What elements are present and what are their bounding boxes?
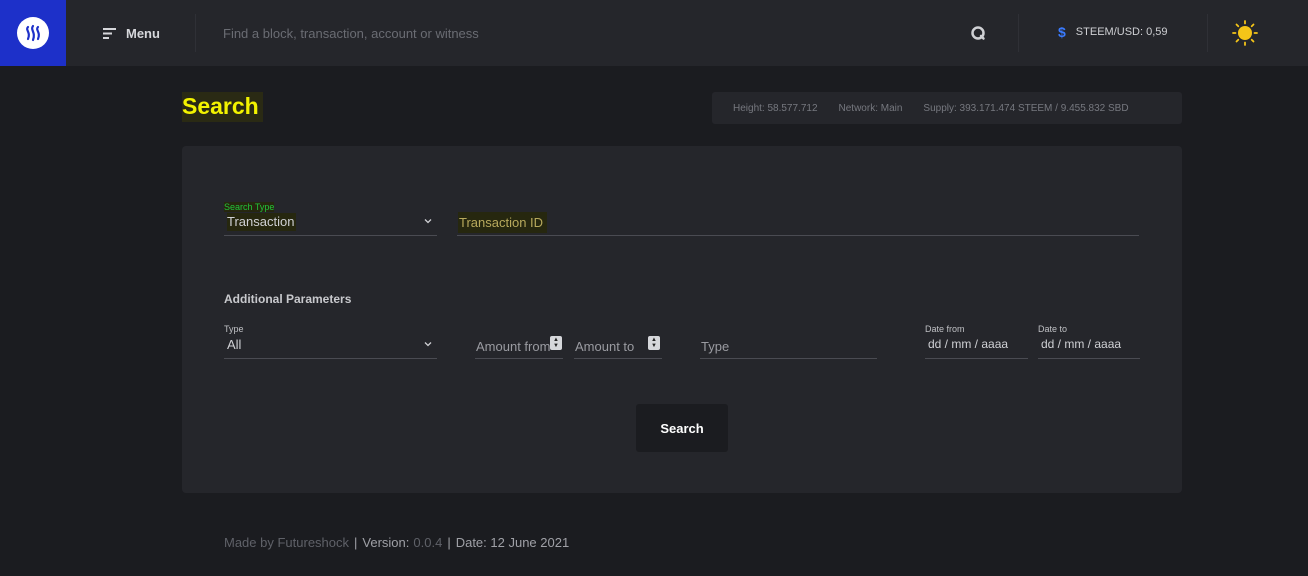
menu-button[interactable]: Menu [103,22,160,44]
search-icon[interactable] [969,24,987,42]
price-label: STEEM/USD: 0,59 [1075,26,1168,38]
search-form-card: Search Type Transaction Transaction ID A… [182,146,1182,493]
search-type-value: Transaction [227,213,297,231]
page-title: Search [182,92,263,122]
menu-label: Menu [126,25,160,41]
date-from-placeholder: dd / mm / aaaa [928,337,1009,351]
date-text: Date: 12 June 2021 [455,535,570,550]
network-name: Network: Main [838,102,903,114]
chevron-down-icon [424,219,432,224]
amount-to-placeholder: Amount to [575,339,635,354]
global-search-input[interactable] [223,22,943,44]
footer-separator: | [354,535,358,550]
additional-parameters-title: Additional Parameters [224,292,352,306]
block-height: Height: 58.577.712 [733,102,818,114]
price-ticker: $ STEEM/USD: 0,59 [1058,24,1168,40]
type-select-value: All [227,337,242,352]
chevron-down-icon [424,342,432,347]
amount-from-input[interactable]: Amount from ▲ ▼ [475,332,563,359]
amount-from-stepper[interactable]: ▲ ▼ [550,336,562,350]
network-stats-bar: Height: 58.577.712 Network: Main Supply:… [712,92,1182,124]
dollar-icon: $ [1058,24,1066,40]
divider [1018,14,1019,52]
date-to-input[interactable]: dd / mm / aaaa [1038,332,1140,359]
made-by-text: Made by Futureshock [224,535,350,550]
date-to-placeholder: dd / mm / aaaa [1041,337,1122,351]
transaction-id-input[interactable]: Transaction ID [457,209,1139,236]
type-input[interactable]: Type [700,332,877,359]
divider [1207,14,1208,52]
sun-icon[interactable] [1232,20,1258,46]
supply: Supply: 393.171.474 STEEM / 9.455.832 SB… [923,102,1129,114]
amount-to-input[interactable]: Amount to ▲ ▼ [574,332,662,359]
footer: Made by Futureshock | Version: 0.0.4 | D… [224,535,569,550]
date-from-input[interactable]: dd / mm / aaaa [925,332,1028,359]
type-input-placeholder: Type [701,339,730,354]
top-bar: Menu $ STEEM/USD: 0,59 [0,0,1308,66]
transaction-id-placeholder: Transaction ID [458,212,548,233]
divider [195,14,196,52]
version-value: 0.0.4 [413,535,443,550]
steem-logo-icon [17,17,49,49]
search-button[interactable]: Search [636,404,728,452]
amount-to-stepper[interactable]: ▲ ▼ [648,336,660,350]
hamburger-icon [103,27,116,39]
version-label: Version: [362,535,410,550]
footer-separator: | [447,535,451,550]
search-type-select[interactable]: Transaction [224,209,437,236]
logo-link[interactable] [0,0,66,66]
type-select[interactable]: All [224,332,437,359]
amount-from-placeholder: Amount from [476,339,551,354]
